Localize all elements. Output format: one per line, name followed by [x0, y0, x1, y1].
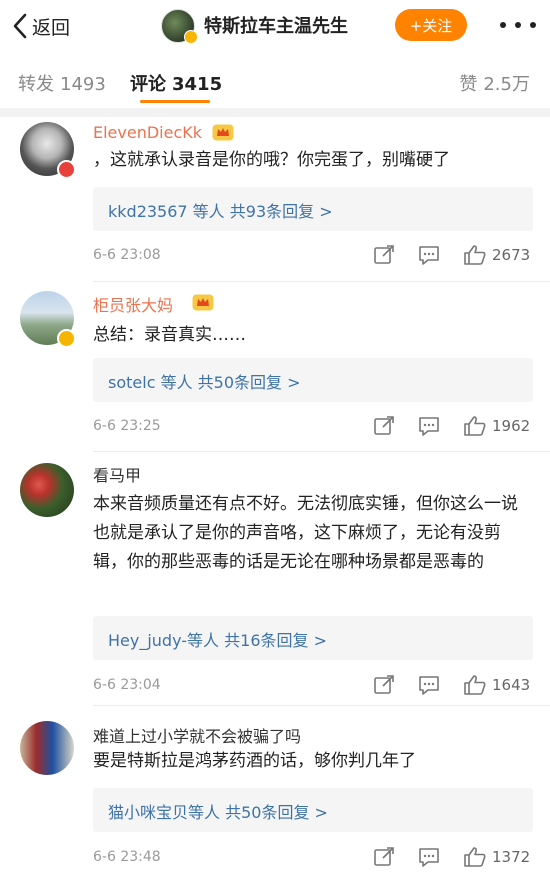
replies-preview[interactable]: 猫小咪宝贝等人 共50条回复 > [93, 788, 533, 832]
like-count: 1962 [492, 417, 531, 435]
verified-badge-icon [57, 329, 76, 348]
share-icon[interactable] [373, 846, 395, 868]
comment-item: 柜员张大妈 总结：录音真实…… sotelc 等人 共50条回复 > 6-6 2… [0, 282, 550, 452]
tab-comments[interactable]: 评论 3415 [130, 70, 222, 96]
chevron-left-icon [13, 13, 27, 39]
verified-badge-icon [184, 30, 198, 44]
tab-repost-label: 转发 [18, 74, 54, 95]
share-icon[interactable] [373, 674, 395, 696]
comment-username[interactable]: 难道上过小学就不会被骗了吗 [93, 723, 301, 747]
comment-icon[interactable] [418, 674, 440, 696]
comment-time: 6-6 23:08 [93, 247, 161, 263]
comment-text: 要是特斯拉是鸿茅药酒的话，够你判几年了 [93, 751, 416, 771]
like-count: 1643 [492, 676, 531, 694]
tab-comments-label: 评论 [130, 74, 166, 95]
comment-icon[interactable] [418, 846, 440, 868]
thumbs-up-icon[interactable] [463, 243, 487, 267]
thumbs-up-icon[interactable] [463, 414, 487, 438]
replies-preview[interactable]: kkd23567 等人 共93条回复 > [93, 187, 533, 231]
tab-likes-count: 2.5万 [483, 74, 530, 95]
comment-text: ，这就承认录音是你的哦？你完蛋了，别嘴硬了 [93, 150, 450, 170]
tab-likes-label: 赞 [459, 74, 478, 95]
vip-crown-icon [212, 124, 234, 141]
replies-link[interactable]: kkd23567 等人 共93条回复 > [108, 198, 333, 222]
top-nav-bar: 返回 特斯拉车主温先生 +关注 [0, 0, 550, 52]
comment-item: 看马甲 本来音频质量还有点不好。无法彻底实锤，但你这么一说也就是承认了是你的声音… [0, 452, 550, 706]
replies-link[interactable]: Hey_judy-等人 共16条回复 > [108, 627, 327, 651]
replies-preview[interactable]: sotelc 等人 共50条回复 > [93, 358, 533, 402]
replies-link[interactable]: 猫小咪宝贝等人 共50条回复 > [108, 799, 328, 823]
comment-username[interactable]: 柜员张大妈 [93, 292, 173, 316]
tab-repost-count: 1493 [60, 74, 106, 95]
vip-crown-icon [192, 294, 214, 311]
tab-bar: 转发 1493 评论 3415 赞 2.5万 [0, 56, 550, 108]
comment-item: ElevenDiecKk ，这就承认录音是你的哦？你完蛋了，别嘴硬了 kkd23… [0, 117, 550, 282]
comment-icon[interactable] [418, 244, 440, 266]
comment-time: 6-6 23:25 [93, 418, 161, 434]
comment-icon[interactable] [418, 415, 440, 437]
share-icon[interactable] [373, 415, 395, 437]
page-title: 特斯拉车主温先生 [204, 16, 348, 37]
like-count: 2673 [492, 246, 531, 264]
follow-button[interactable]: +关注 [395, 9, 467, 41]
comment-time: 6-6 23:04 [93, 677, 161, 693]
share-icon[interactable] [373, 244, 395, 266]
thumbs-up-icon[interactable] [463, 673, 487, 697]
replies-preview[interactable]: Hey_judy-等人 共16条回复 > [93, 616, 533, 660]
active-tab-indicator [140, 100, 210, 103]
comment-username[interactable]: ElevenDiecKk [93, 123, 202, 142]
section-divider [0, 108, 550, 117]
comment-text: 总结：录音真实…… [93, 325, 246, 345]
avatar[interactable] [20, 721, 74, 775]
verified-badge-icon [57, 160, 76, 179]
comment-username[interactable]: 看马甲 [93, 462, 141, 486]
thumbs-up-icon[interactable] [463, 845, 487, 869]
comment-item: 难道上过小学就不会被骗了吗 要是特斯拉是鸿茅药酒的话，够你判几年了 猫小咪宝贝等… [0, 706, 550, 880]
like-count: 1372 [492, 848, 531, 866]
avatar[interactable] [20, 463, 74, 517]
tab-comments-count: 3415 [172, 74, 223, 95]
replies-link[interactable]: sotelc 等人 共50条回复 > [108, 369, 301, 393]
more-dots-icon[interactable] [500, 12, 536, 38]
tab-likes[interactable]: 赞 2.5万 [459, 70, 530, 96]
back-button[interactable]: 返回 [12, 12, 70, 40]
comment-text: 本来音频质量还有点不好。无法彻底实锤，但你这么一说也就是承认了是你的声音咯，这下… [93, 494, 518, 572]
tab-repost[interactable]: 转发 1493 [18, 70, 106, 96]
comment-time: 6-6 23:48 [93, 849, 161, 865]
back-label: 返回 [32, 16, 71, 39]
